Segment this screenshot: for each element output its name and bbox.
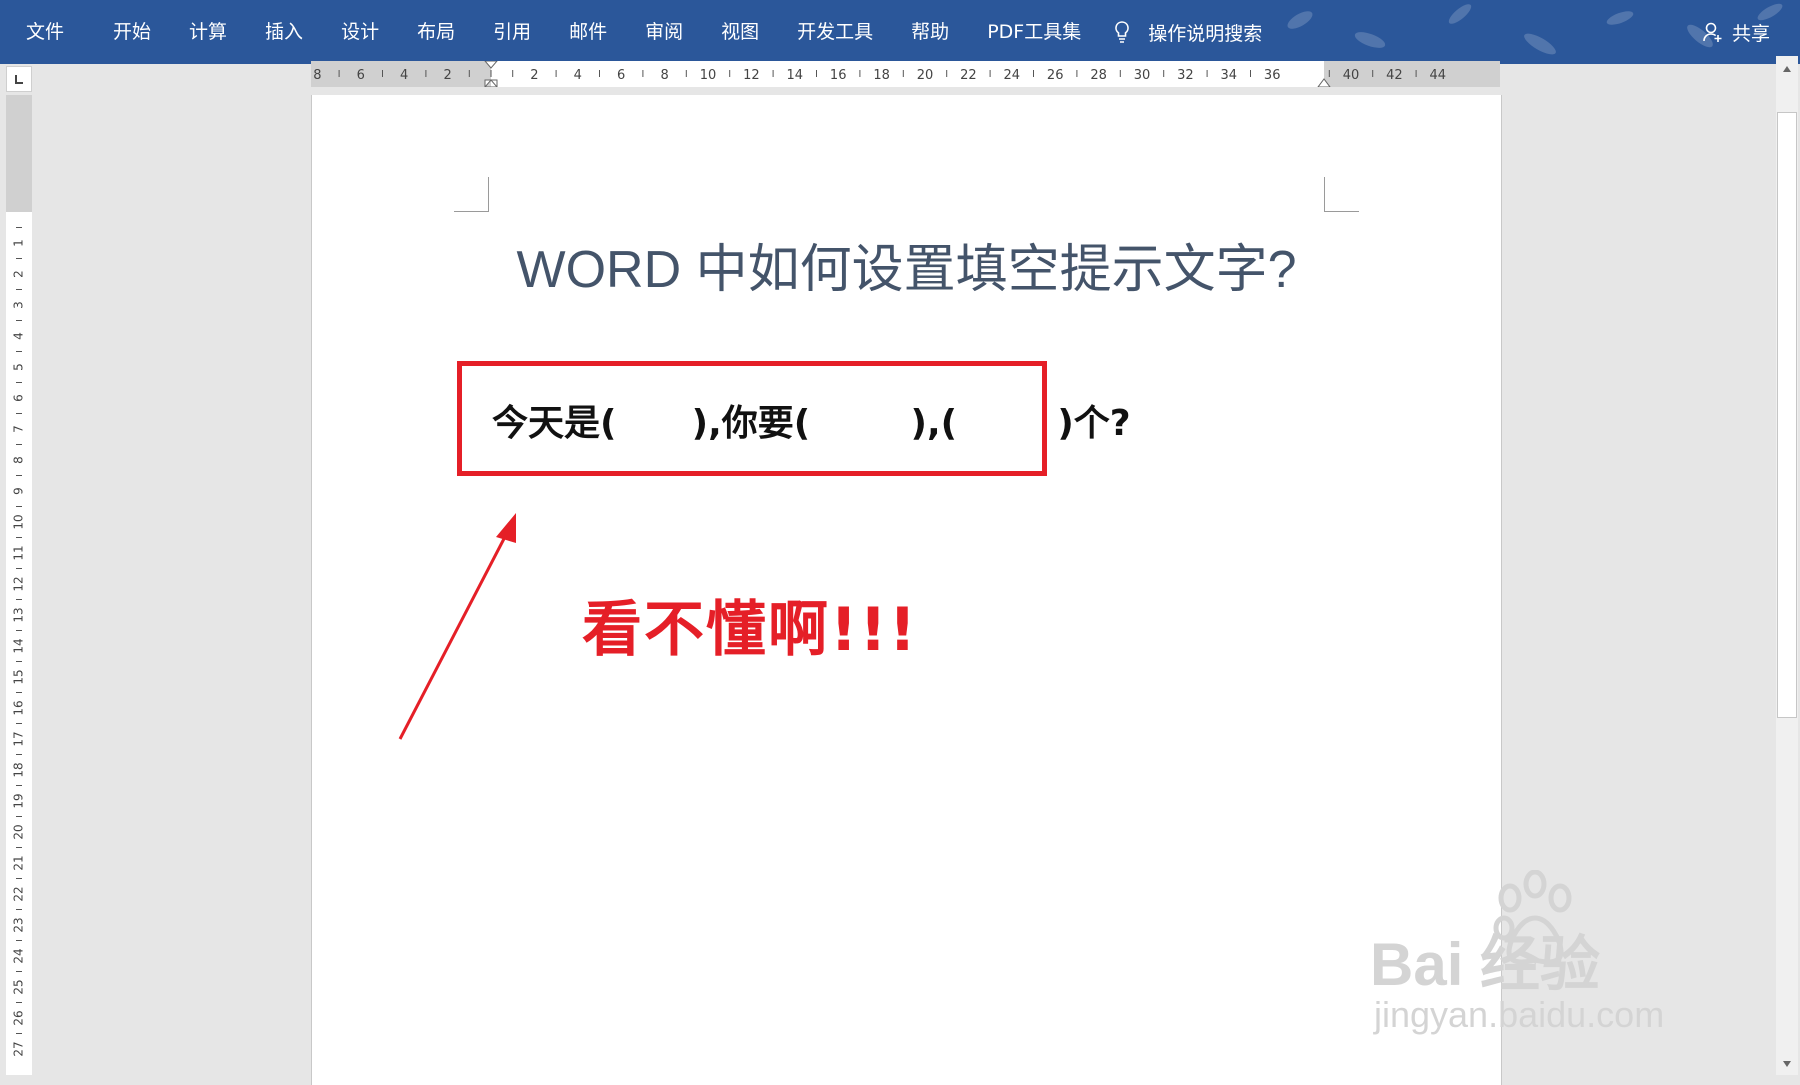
ruler-label: 10 <box>700 68 717 83</box>
ribbon-tab[interactable]: 开始 <box>94 0 170 64</box>
ruler-label: 18 <box>873 68 890 83</box>
left-tab-icon <box>15 75 23 84</box>
ruler-scale: 8 6 4 2 2 4 6 8 10 12 14 16 18 20 22 24 26 28 30 32 34 36 40 42… <box>313 61 1447 87</box>
watermark-url: jingyan.baidu.com <box>1374 994 1665 1035</box>
ruler-label: 16 <box>830 68 847 83</box>
ruler-label: 6 <box>617 68 625 83</box>
ruler-label: 3 <box>12 301 26 309</box>
ruler-label: 36 <box>1264 68 1281 83</box>
ruler-scale-vertical: 3211234567891011121314151617181920212223… <box>12 115 26 1056</box>
ruler-label: 2 <box>12 270 26 278</box>
ribbon-tabs: 文件 开始 计算 插入 设计 布局 引用 邮件 审阅 视图 开发工具 帮助 PDF工具集 操作说明搜索 <box>0 0 1262 64</box>
ruler-label: 23 <box>12 917 26 932</box>
ruler-label: 27 <box>12 1041 26 1056</box>
ribbon-tab[interactable]: 文件 <box>0 0 94 64</box>
scroll-down-arrow-icon[interactable] <box>1776 1053 1798 1075</box>
scrollbar-thumb[interactable] <box>1777 112 1797 718</box>
ruler-label: 24 <box>1004 68 1021 83</box>
ribbon-tab[interactable]: 开发工具 <box>778 0 892 64</box>
ruler-label: 8 <box>313 68 321 83</box>
ribbon-tab[interactable]: 计算 <box>170 0 246 64</box>
ruler-label: 15 <box>12 669 26 684</box>
ruler-label: 7 <box>12 425 26 433</box>
ruler-label: 22 <box>960 68 977 83</box>
ruler-label: 4 <box>12 332 26 340</box>
ribbon-tab[interactable]: 邮件 <box>550 0 626 64</box>
ruler-label: 17 <box>12 731 26 746</box>
ribbon-tab[interactable]: 引用 <box>474 0 550 64</box>
tell-me-search[interactable]: 操作说明搜索 <box>1114 19 1262 46</box>
ruler-label: 20 <box>917 68 934 83</box>
ruler-label: 42 <box>1386 68 1403 83</box>
ruler-label: 11 <box>12 545 26 560</box>
ruler-label: 32 <box>1177 68 1194 83</box>
ruler-label: 18 <box>12 762 26 777</box>
ruler-label: 13 <box>12 607 26 622</box>
ruler-label: 14 <box>12 638 26 653</box>
ruler-label: 40 <box>1343 68 1360 83</box>
lightbulb-icon <box>1115 21 1130 43</box>
document-page[interactable]: WORD 中如何设置填空提示文字? 今天是( ),你要( ),( )个? 看不懂… <box>311 95 1502 1085</box>
ruler-top-margin <box>6 95 32 212</box>
ruler-label: 34 <box>1221 68 1238 83</box>
crop-mark-top-left <box>454 177 489 212</box>
highlight-box: 今天是( ),你要( ),( )个? <box>457 361 1131 476</box>
ribbon-bar: 文件 开始 计算 插入 设计 布局 引用 邮件 审阅 视图 开发工具 帮助 PDF工具集 操作说明搜索 共… <box>0 0 1800 64</box>
vertical-ruler[interactable]: 3211234567891011121314151617181920212223… <box>6 95 32 1075</box>
document-title[interactable]: WORD 中如何设置填空提示文字? <box>312 227 1501 302</box>
ruler-label: 12 <box>12 576 26 591</box>
ribbon-tab[interactable]: 视图 <box>702 0 778 64</box>
ruler-label: 6 <box>357 68 365 83</box>
annotation-text: 看不懂啊!!! <box>582 595 919 665</box>
ruler-label: 22 <box>12 886 26 901</box>
ruler-label: 21 <box>12 855 26 870</box>
person-add-icon <box>1703 22 1722 42</box>
ruler-label: 12 <box>743 68 760 83</box>
ruler-label: 2 <box>530 68 538 83</box>
ruler-label: 14 <box>787 68 804 83</box>
tab-stop-selector[interactable] <box>6 66 32 92</box>
ruler-label: 8 <box>12 456 26 464</box>
ruler-label: 44 <box>1430 68 1447 83</box>
ribbon-tab[interactable]: 布局 <box>398 0 474 64</box>
ribbon-tab[interactable]: 设计 <box>322 0 398 64</box>
ruler-label: 20 <box>12 824 26 839</box>
ribbon-tab[interactable]: 帮助 <box>892 0 968 64</box>
vertical-scrollbar[interactable] <box>1776 56 1798 1075</box>
ruler-label: 4 <box>400 68 408 83</box>
ruler-label: 6 <box>12 394 26 402</box>
ribbon-tab[interactable]: 审阅 <box>626 0 702 64</box>
ribbon-tab[interactable]: PDF工具集 <box>968 0 1100 64</box>
ruler-label: 9 <box>12 487 26 495</box>
ruler-label: 4 <box>574 68 582 83</box>
ruler-label: 24 <box>12 948 26 963</box>
horizontal-ruler[interactable]: 8 6 4 2 2 4 6 8 10 12 14 16 18 20 22 24 26 28 30 32 34 36 40 42… <box>311 61 1500 87</box>
indent-marker-right[interactable] <box>1317 78 1331 87</box>
fill-in-sentence[interactable]: 今天是( ),你要( ),( )个? <box>492 394 1131 446</box>
ruler-label: 16 <box>12 700 26 715</box>
share-label: 共享 <box>1731 22 1770 45</box>
annotation-arrow <box>398 513 516 740</box>
ruler-label: 5 <box>12 363 26 371</box>
ribbon-tab[interactable]: 插入 <box>246 0 322 64</box>
ruler-label: 1 <box>12 239 26 247</box>
ruler-label: 19 <box>12 793 26 808</box>
ruler-label: 26 <box>1047 68 1064 83</box>
crop-mark-top-right <box>1324 177 1359 212</box>
baidu-watermark: Bai 经验 jingyan.baidu.com <box>1370 870 1700 1050</box>
ruler-label: 10 <box>12 514 26 529</box>
tell-me-label: 操作说明搜索 <box>1148 22 1263 45</box>
ruler-label: 26 <box>12 1010 26 1025</box>
ruler-label: 8 <box>660 68 668 83</box>
ruler-label: 28 <box>1090 68 1107 83</box>
ruler-label: 25 <box>12 979 26 994</box>
watermark-brand: Bai 经验 <box>1370 931 1601 998</box>
ruler-label: 2 <box>443 68 451 83</box>
scroll-up-arrow-icon[interactable] <box>1776 58 1798 80</box>
share-button[interactable]: 共享 <box>1702 0 1770 64</box>
ruler-label: 30 <box>1134 68 1151 83</box>
